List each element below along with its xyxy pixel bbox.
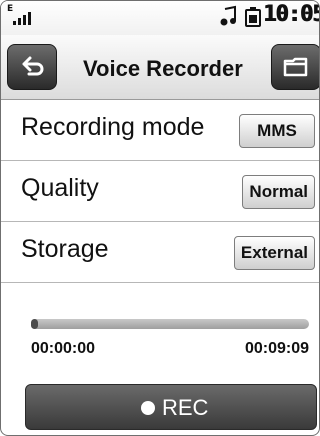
page-title: Voice Recorder	[83, 56, 243, 81]
setting-row-storage: Storage External	[1, 222, 319, 283]
phone-screen: E 10:05a Voice Recorder	[0, 0, 320, 436]
folder-button[interactable]	[271, 44, 319, 90]
setting-row-recording-mode: Recording mode MMS	[1, 100, 319, 161]
storage-button[interactable]: External	[233, 236, 315, 270]
music-icon	[220, 5, 236, 26]
quality-button[interactable]: Normal	[242, 175, 315, 209]
status-bar: E 10:05a	[1, 1, 319, 35]
back-button[interactable]	[7, 44, 57, 90]
signal-icon	[13, 7, 37, 25]
record-dot-icon	[141, 401, 155, 415]
title-bar: Voice Recorder	[1, 35, 319, 100]
back-arrow-icon	[22, 56, 44, 76]
setting-label: Quality	[21, 174, 99, 202]
setting-label: Storage	[21, 235, 109, 263]
total-time: 00:09:09	[244, 340, 309, 357]
record-label: REC	[162, 395, 209, 420]
setting-label: Recording mode	[21, 113, 205, 141]
recording-mode-button[interactable]: MMS	[239, 114, 315, 148]
progress-bar[interactable]	[31, 319, 309, 329]
record-button[interactable]: REC	[25, 384, 317, 430]
elapsed-time: 00:00:00	[31, 340, 96, 357]
setting-row-quality: Quality Normal	[1, 161, 319, 222]
status-clock: 10:05a	[263, 2, 320, 27]
folder-icon	[283, 57, 308, 77]
battery-icon	[245, 7, 261, 27]
progress-fill	[31, 319, 38, 329]
clock-time: 10:05	[263, 2, 320, 27]
